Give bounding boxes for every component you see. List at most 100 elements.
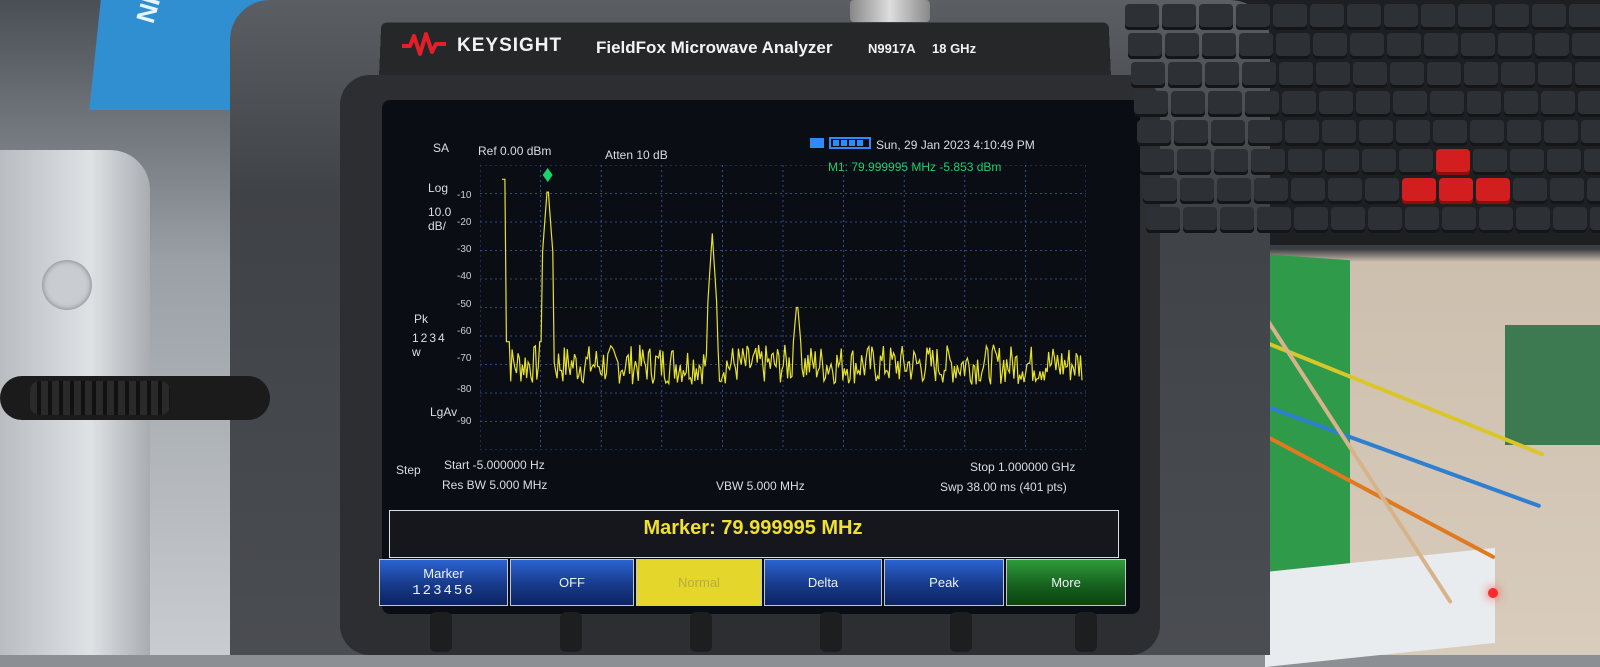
circuit-board-right [1505, 325, 1600, 445]
keyboard-key [1162, 4, 1196, 30]
keyboard-key [1220, 207, 1254, 233]
keyboard-key [1316, 62, 1350, 88]
keyboard-key [1140, 149, 1174, 175]
keyboard-key [1569, 4, 1600, 30]
keyboard-key [1504, 91, 1538, 117]
keyboard-key [1421, 4, 1455, 30]
keyboard-key [1239, 33, 1273, 59]
keyboard-key [1171, 91, 1205, 117]
keyboard-key [1322, 120, 1356, 146]
spectrum-trace [502, 178, 1083, 386]
averaging: LgAv [430, 405, 458, 419]
keyboard-key [1458, 4, 1492, 30]
start-frequency: Start -5.000000 Hz [444, 458, 545, 472]
keyboard-key [1137, 120, 1171, 146]
keyboard-key [1319, 91, 1353, 117]
model-name: FieldFox Microwave Analyzer [596, 38, 833, 57]
keyboard-key [1538, 62, 1572, 88]
keyboard-key [1143, 178, 1177, 204]
keyboard-key [1273, 4, 1307, 30]
keyboard-key [1479, 207, 1513, 233]
keyboard-key [1131, 62, 1165, 88]
keyboard-key [1365, 178, 1399, 204]
keyboard-key [1325, 149, 1359, 175]
keyboard-key [1128, 33, 1162, 59]
y-tick-label: -10 [457, 190, 472, 201]
keyboard-key [1328, 178, 1362, 204]
keyboard-key [1353, 62, 1387, 88]
keyboard-key [1205, 62, 1239, 88]
keyboard-key [1590, 207, 1600, 233]
detector: Pk [414, 312, 429, 326]
keyboard-key [1424, 33, 1458, 59]
keyboard-key [1165, 33, 1199, 59]
softkey-label: More [1051, 575, 1081, 590]
hardware-button-6[interactable] [1075, 612, 1097, 652]
keyboard-key [1501, 62, 1535, 88]
ref-level: Ref 0.00 dBm [478, 144, 552, 158]
cable-strain-relief [30, 381, 170, 415]
keyboard-key [1535, 33, 1569, 59]
keyboard-key [1350, 33, 1384, 59]
scale-div: 10.0 [428, 205, 452, 219]
hardware-button-1[interactable] [430, 612, 452, 652]
datetime: Sun, 29 Jan 2023 4:10:49 PM [876, 138, 1035, 152]
keyboard-key [1550, 178, 1584, 204]
attenuation: Atten 10 dB [605, 148, 668, 162]
softkey-off[interactable]: OFF [510, 559, 634, 606]
keyboard-key [1285, 120, 1319, 146]
keyboard-key [1402, 178, 1436, 204]
hardware-button-5[interactable] [950, 612, 972, 652]
keyboard-key [1217, 178, 1251, 204]
keyboard-key [1359, 120, 1393, 146]
softkey-normal[interactable]: Normal [636, 559, 762, 606]
softkey-more[interactable]: More [1006, 559, 1126, 606]
frequency-range: 18 GHz [932, 41, 977, 56]
keyboard-key [1242, 62, 1276, 88]
keyboard-key [1236, 4, 1270, 30]
keyboard-key [1257, 207, 1291, 233]
hardware-button-3[interactable] [690, 612, 712, 652]
keyboard-key [1405, 207, 1439, 233]
keyboard-key [1436, 149, 1470, 175]
keyboard-key [1199, 4, 1233, 30]
softkey-peak[interactable]: Peak [884, 559, 1004, 606]
softkey-delta[interactable]: Delta [764, 559, 882, 606]
keyboard-key [1356, 91, 1390, 117]
keyboard-key [1572, 33, 1600, 59]
keyboard-key [1430, 91, 1464, 117]
keyboard-key [1513, 178, 1547, 204]
keyboard-key [1433, 120, 1467, 146]
keyboard-key [1125, 4, 1159, 30]
keyboard-key [1331, 207, 1365, 233]
y-tick-label: -50 [457, 299, 472, 310]
scale-type: Log [428, 181, 449, 195]
keyboard-key [1467, 91, 1501, 117]
hardware-button-2[interactable] [560, 612, 582, 652]
y-tick-label: -60 [457, 326, 472, 337]
keyboard-key [1439, 178, 1473, 204]
keyboard-key [1368, 207, 1402, 233]
softkey-label: Peak [929, 575, 959, 590]
keyboard-key [1313, 33, 1347, 59]
model-number: N9917A [868, 41, 916, 56]
keyboard-key [1214, 149, 1248, 175]
keyboard-key [1464, 62, 1498, 88]
keyboard-key [1279, 62, 1313, 88]
plot-grid [480, 165, 1086, 450]
y-tick-label: -90 [457, 416, 472, 427]
keyboard-key [1547, 149, 1581, 175]
keyboard-key [1461, 33, 1495, 59]
stop-frequency: Stop 1.000000 GHz [970, 460, 1076, 474]
hardware-button-4[interactable] [820, 612, 842, 652]
keyboard-key [1183, 207, 1217, 233]
spectrum-plot [480, 165, 1086, 450]
softkey-marker[interactable]: Marker 123456 [379, 559, 508, 606]
keyboard-key [1507, 120, 1541, 146]
keyboard-key [1384, 4, 1418, 30]
keyboard-key [1553, 207, 1587, 233]
marker-diamond-icon [542, 168, 553, 182]
res-bw: Res BW 5.000 MHz [442, 478, 548, 492]
keyboard-key [1587, 178, 1600, 204]
keyboard-key [1254, 178, 1288, 204]
